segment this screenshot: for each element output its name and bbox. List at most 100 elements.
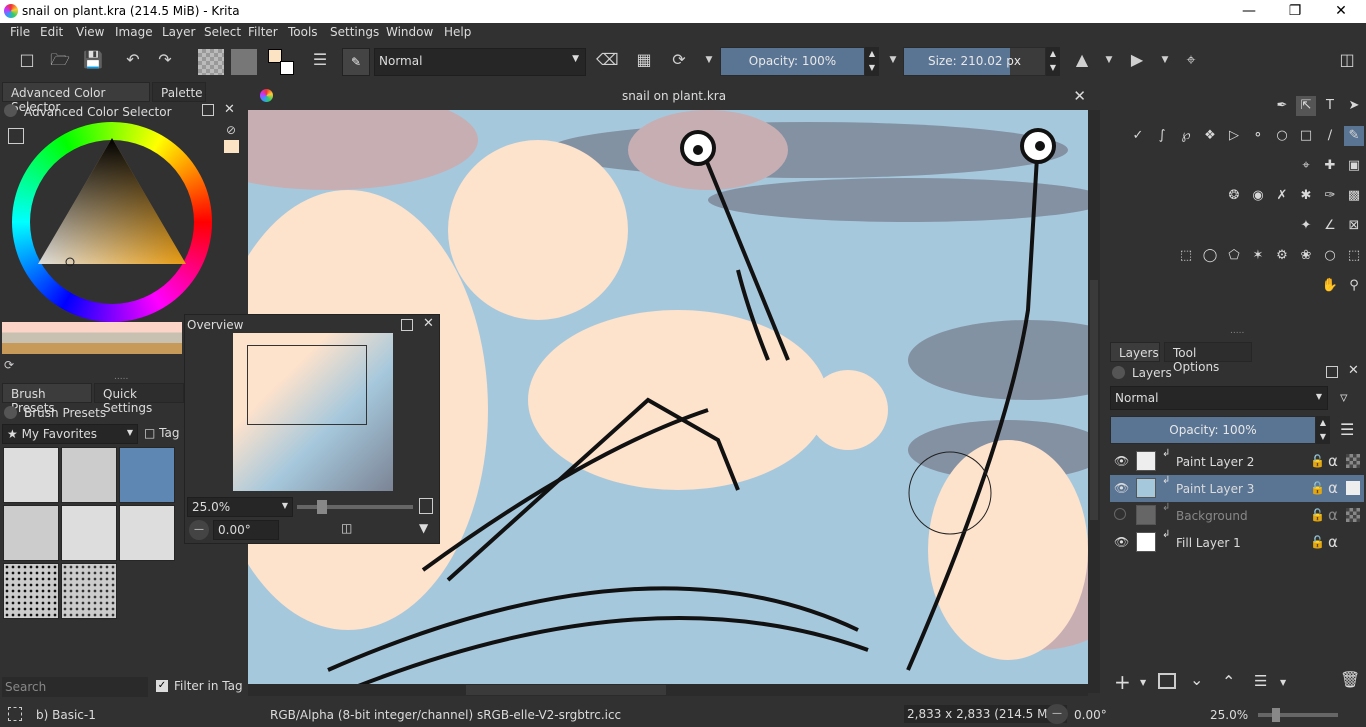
overview-thumbnail[interactable] — [233, 333, 393, 491]
layer-options-menu-icon[interactable]: ☰ — [1340, 420, 1354, 439]
text-tool-icon[interactable]: T — [1320, 96, 1340, 116]
layer-opacity-spinner[interactable]: ▲ ▼ — [1316, 416, 1330, 444]
multibrush-tool-icon[interactable]: ▷ — [1224, 126, 1244, 146]
add-layer-icon[interactable]: + — [1114, 670, 1131, 694]
preset-basic-1[interactable] — [119, 447, 175, 503]
line-tool-icon[interactable]: ∕ — [1320, 126, 1340, 146]
blend-mode-select[interactable]: Normal ▼ — [374, 48, 586, 76]
preset-halftone-2[interactable] — [61, 563, 117, 619]
overview-fit-icon[interactable] — [419, 498, 433, 514]
layer-row-paint-layer-2[interactable]: 👁 ↲ Paint Layer 2 🔓 α — [1110, 448, 1364, 475]
alpha-inherit-icon[interactable]: α — [1328, 533, 1338, 551]
alpha-lock-icon[interactable]: ▦ — [633, 49, 655, 71]
visibility-eye-icon[interactable]: 👁 — [1114, 535, 1129, 549]
tag-filter-select[interactable]: ★ My Favorites ▼ — [2, 424, 138, 444]
opacity-dropdown-icon[interactable]: ▼ — [882, 49, 904, 71]
restore-button[interactable]: ❐ — [1272, 0, 1318, 23]
layer-blend-mode-select[interactable]: Normal ▼ — [1110, 386, 1328, 410]
brush-preset-icon[interactable]: ✎ — [342, 48, 370, 76]
tab-quick-settings[interactable]: Quick Settings — [94, 383, 184, 415]
menu-select[interactable]: Select — [204, 25, 241, 39]
close-window-button[interactable]: ✕ — [1318, 0, 1364, 23]
move-tool-icon[interactable]: ✚ — [1320, 156, 1340, 176]
close-document-icon[interactable]: ✕ — [1073, 83, 1086, 109]
settings-list-icon[interactable] — [8, 128, 24, 144]
tab-brush-presets[interactable]: Brush Presets — [2, 383, 92, 415]
opacity-slider[interactable]: Opacity: 100% — [720, 47, 865, 76]
similar-select-tool-icon[interactable]: ⚙ — [1272, 246, 1292, 266]
preset-texture[interactable] — [119, 505, 175, 561]
tab-layers[interactable]: Layers — [1110, 342, 1160, 362]
menu-filter[interactable]: Filter — [248, 25, 278, 39]
layer-properties-icon[interactable]: ☰ — [1254, 672, 1267, 690]
layers-float-icon[interactable] — [1326, 366, 1338, 378]
workspace-chooser-icon[interactable]: ◫ — [1336, 49, 1358, 71]
tab-tool-options[interactable]: Tool Options — [1164, 342, 1252, 374]
menu-view[interactable]: View — [76, 25, 104, 39]
layer-lock-icon[interactable]: 🔓 — [1310, 508, 1325, 522]
reload-preset-icon[interactable]: ⟳ — [668, 49, 690, 71]
measure-tool-icon[interactable]: ∠ — [1320, 216, 1340, 236]
minimize-button[interactable]: — — [1226, 0, 1272, 23]
layer-opacity-slider[interactable]: Opacity: 100% — [1110, 416, 1316, 444]
background-color-swatch[interactable] — [280, 61, 294, 75]
save-icon[interactable]: 💾 — [82, 49, 104, 71]
assistant-tool-icon[interactable]: ✱ — [1296, 186, 1316, 206]
overview-zoom-slider[interactable] — [297, 500, 413, 514]
preset-airbrush[interactable] — [61, 447, 117, 503]
freehand-path-tool-icon[interactable]: ℘ — [1176, 126, 1196, 146]
alpha-lock-icon[interactable] — [1346, 481, 1360, 495]
menu-tools[interactable]: Tools — [288, 25, 318, 39]
layers-close-icon[interactable]: ✕ — [1348, 363, 1359, 378]
select-pointer-icon[interactable]: ➤ — [1344, 96, 1364, 116]
status-zoom[interactable]: 25.0% — [1210, 708, 1248, 722]
gradient-tool-icon[interactable]: ▩ — [1344, 186, 1364, 206]
resize-handle[interactable]: ..... — [114, 372, 128, 382]
preset-search-input[interactable]: Search — [2, 677, 148, 697]
undo-icon[interactable]: ↶ — [122, 49, 144, 71]
saturation-triangle[interactable] — [30, 136, 190, 268]
mirror-horizontal-dropdown-icon[interactable]: ▼ — [1098, 49, 1120, 71]
rectangle-tool-icon[interactable]: □ — [1296, 126, 1316, 146]
visibility-hidden-icon[interactable] — [1114, 508, 1126, 520]
canvas-vertical-scrollbar[interactable] — [1088, 110, 1100, 684]
rect-select-tool-icon[interactable]: ⬚ — [1176, 246, 1196, 266]
color-picker-tool-icon[interactable]: ✑ — [1320, 186, 1340, 206]
refresh-icon[interactable]: ⟳ — [4, 358, 14, 372]
menu-help[interactable]: Help — [444, 25, 471, 39]
pattern-swatch[interactable] — [231, 49, 257, 75]
overview-rotation-input[interactable]: 0.00° — [213, 520, 279, 540]
alpha-lock-icon[interactable] — [1346, 454, 1360, 468]
calligraphy-tool-icon[interactable]: ✓ — [1128, 126, 1148, 146]
preset-ink-pen[interactable] — [3, 447, 59, 503]
menu-layer[interactable]: Layer — [162, 25, 195, 39]
delete-layer-icon[interactable]: 🗑 — [1340, 670, 1360, 689]
filter-in-tag-checkbox[interactable]: ✓ — [156, 680, 168, 692]
visibility-eye-icon[interactable]: 👁 — [1114, 454, 1129, 468]
overview-float-icon[interactable] — [401, 319, 413, 331]
visibility-eye-icon[interactable]: 👁 — [1114, 481, 1129, 495]
freehand-select-tool-icon[interactable]: ❀ — [1296, 246, 1316, 266]
shape-edit-tool-icon[interactable]: ⇱ — [1296, 96, 1316, 116]
ellipse-select-tool-icon[interactable]: ◯ — [1200, 246, 1220, 266]
new-document-icon[interactable]: □ — [16, 49, 38, 71]
mirror-vertical-dropdown-icon[interactable]: ▼ — [1154, 49, 1176, 71]
bezier-select-tool-icon[interactable]: ○ — [1320, 246, 1340, 266]
menu-edit[interactable]: Edit — [40, 25, 63, 39]
layer-lock-icon[interactable]: 🔓 — [1310, 535, 1325, 549]
size-slider[interactable]: Size: 210.02 px — [903, 47, 1046, 76]
alpha-lock-icon[interactable] — [1346, 508, 1360, 522]
crop-tool-icon[interactable]: ⌖ — [1296, 156, 1316, 176]
clear-color-icon[interactable]: ⊘ — [226, 123, 236, 137]
preset-fineliner[interactable] — [61, 505, 117, 561]
redo-icon[interactable]: ↷ — [154, 49, 176, 71]
colorize-mask-tool-icon[interactable]: ✗ — [1272, 186, 1292, 206]
smart-patch-tool-icon[interactable]: ❂ — [1224, 186, 1244, 206]
alpha-inherit-icon[interactable]: α — [1328, 479, 1338, 497]
toolbox-resize-handle[interactable]: ..... — [1230, 326, 1244, 336]
preset-halftone-1[interactable] — [3, 563, 59, 619]
bezier-tool-icon[interactable]: ∫ — [1152, 126, 1172, 146]
close-panel-icon[interactable]: ✕ — [224, 102, 235, 117]
tab-advanced-color-selector[interactable]: Advanced Color Selector — [2, 82, 150, 114]
canvas-horizontal-scrollbar[interactable] — [248, 684, 1088, 696]
